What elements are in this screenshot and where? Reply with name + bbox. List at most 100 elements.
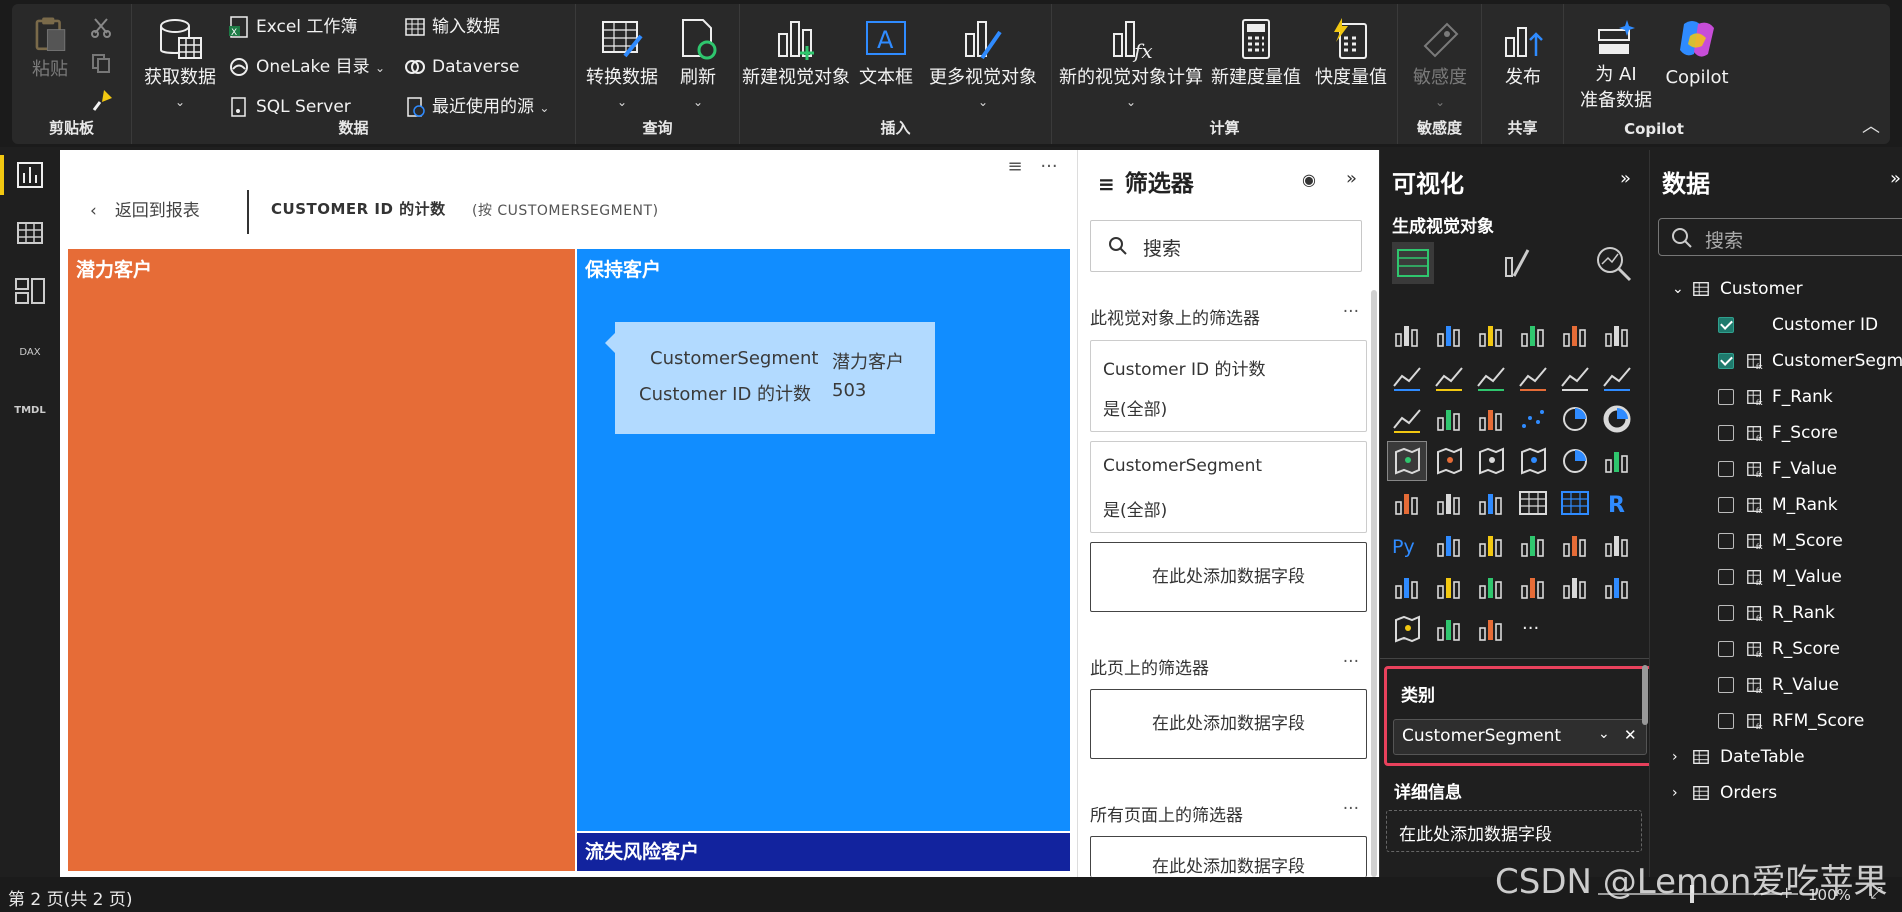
format-visual-tab-icon[interactable] (1494, 240, 1540, 286)
field-checkbox[interactable] (1718, 461, 1734, 477)
all-pages-filters-more[interactable]: ··· (1343, 799, 1359, 819)
qa-icon[interactable] (1514, 526, 1552, 564)
filters-search-input[interactable]: 搜索 (1090, 220, 1362, 272)
card-icon[interactable] (1598, 442, 1636, 480)
pie-chart-icon[interactable] (1556, 400, 1594, 438)
textbox-button[interactable]: A 文本框 (854, 16, 918, 90)
excel-workbook-button[interactable]: X Excel 工作簿 (228, 12, 357, 42)
field-checkbox[interactable] (1718, 497, 1734, 513)
prep-data-for-ai-button[interactable]: 为 AI 准备数据 (1576, 16, 1656, 114)
field-checkbox[interactable] (1718, 641, 1734, 657)
all-pages-filters-drop-zone[interactable]: 在此处添加数据字段 (1090, 836, 1367, 877)
get-data-button[interactable]: 获取数据 ⌄ (140, 16, 220, 114)
custom-visual-icon[interactable] (1472, 610, 1510, 648)
chevron-down-icon[interactable]: ⌄ (1672, 274, 1684, 304)
narrative-icon[interactable] (1556, 568, 1594, 606)
collapse-pane-icon[interactable]: » (1890, 168, 1901, 189)
copilot-button[interactable]: Copilot (1660, 16, 1734, 90)
smart-narrative-icon[interactable] (1556, 526, 1594, 564)
field-checkbox[interactable] (1718, 425, 1734, 441)
map-icon[interactable] (1430, 442, 1468, 480)
analytics-tab-icon[interactable] (1590, 240, 1636, 286)
multi-row-card-icon[interactable] (1388, 484, 1426, 522)
field-checkbox[interactable] (1718, 605, 1734, 621)
stacked-area-chart-icon[interactable] (1472, 358, 1510, 396)
filters-scrollbar[interactable] (1371, 290, 1377, 877)
collapse-ribbon-icon[interactable]: ︿ (1862, 112, 1880, 138)
filled-map-icon[interactable] (1472, 442, 1510, 480)
viz-scrollbar[interactable] (1642, 665, 1648, 725)
dataverse-button[interactable]: Dataverse (404, 52, 519, 82)
trophy-icon[interactable] (1388, 568, 1426, 606)
slicer-icon[interactable] (1472, 484, 1510, 522)
chevron-down-icon[interactable]: ⌄ (1598, 726, 1610, 742)
scatter-chart-icon[interactable] (1514, 400, 1552, 438)
page-filters-drop-zone[interactable]: 在此处添加数据字段 (1090, 689, 1367, 759)
details-drop-zone[interactable]: 在此处添加数据字段 (1386, 810, 1642, 852)
tmdl-view-icon[interactable]: TMDL (10, 387, 50, 427)
more-options-icon[interactable]: ··· (1038, 156, 1060, 178)
arcgis-map-icon[interactable] (1388, 610, 1426, 648)
line-chart-icon[interactable] (1388, 358, 1426, 396)
field-checkbox[interactable] (1718, 713, 1734, 729)
filter-card-customer-segment[interactable]: CustomerSegment 是(全部) (1090, 441, 1367, 533)
decomposition-tree-icon[interactable] (1472, 526, 1510, 564)
treemap-icon[interactable] (1387, 441, 1427, 481)
field-checkbox[interactable] (1718, 569, 1734, 585)
table-visual-icon[interactable] (1514, 484, 1552, 522)
eye-icon[interactable]: ◉ (1302, 170, 1316, 189)
collapse-pane-icon[interactable]: » (1346, 168, 1357, 189)
100-stacked-bar-chart-icon[interactable] (1556, 316, 1594, 354)
key-influencers-icon[interactable] (1430, 526, 1468, 564)
category-field-pill[interactable]: CustomerSegment ⌄ ✕ (1393, 719, 1647, 755)
matrix-icon[interactable] (1556, 484, 1594, 522)
visual-filters-drop-zone[interactable]: 在此处添加数据字段 (1090, 542, 1367, 612)
stacked-bar-chart-icon[interactable] (1388, 316, 1426, 354)
new-visual-button[interactable]: 新建视觉对象 (740, 16, 852, 90)
line-and-stacked-column-chart-icon[interactable] (1598, 358, 1636, 396)
dax-query-view-icon[interactable]: DAX (10, 329, 50, 369)
new-measure-button[interactable]: 新建度量值 (1206, 16, 1306, 90)
cut-icon[interactable] (90, 16, 112, 38)
field-checkbox[interactable] (1718, 389, 1734, 405)
ribbon-chart-icon[interactable] (1388, 400, 1426, 438)
donut-chart-icon[interactable] (1598, 400, 1636, 438)
python-visual-icon[interactable]: Py (1388, 526, 1426, 564)
line-and-column-chart-icon[interactable] (1556, 358, 1594, 396)
more-visuals-button[interactable]: 更多视觉对象 ⌄ (920, 16, 1046, 114)
report-view-icon[interactable] (10, 155, 50, 195)
collapse-pane-icon[interactable]: » (1620, 168, 1631, 189)
visual-calculation-button[interactable]: fx 新的视觉对象计算 ⌄ (1058, 16, 1204, 114)
kpi-icon[interactable] (1430, 484, 1468, 522)
back-to-report-link[interactable]: ‹ 返回到报表 (90, 196, 200, 221)
treemap-tile[interactable]: 潜力客户 (68, 249, 575, 871)
power-automate-icon[interactable] (1514, 568, 1552, 606)
refresh-button[interactable]: 刷新 ⌄ (668, 16, 728, 114)
image-visual-icon[interactable] (1598, 568, 1636, 606)
100-stacked-area-chart-icon[interactable] (1514, 358, 1552, 396)
field-checkbox[interactable] (1718, 317, 1734, 333)
r-visual-icon[interactable]: R (1598, 484, 1636, 522)
field-checkbox[interactable] (1718, 677, 1734, 693)
chevron-right-icon[interactable]: › (1672, 742, 1678, 772)
enter-data-button[interactable]: 输入数据 (404, 12, 500, 42)
page-filters-more[interactable]: ··· (1343, 652, 1359, 672)
report-page-icon[interactable] (1430, 568, 1468, 606)
100-stacked-column-chart-icon[interactable] (1598, 316, 1636, 354)
area-chart-icon[interactable] (1430, 358, 1468, 396)
more-visuals-icon[interactable]: ··· (1514, 610, 1552, 648)
paginated-report-icon[interactable] (1598, 526, 1636, 564)
funnel-chart-icon[interactable] (1472, 400, 1510, 438)
format-painter-icon[interactable] (90, 88, 114, 112)
visual-filters-more[interactable]: ··· (1343, 302, 1359, 322)
quick-measure-button[interactable]: 快度量值 (1308, 16, 1394, 90)
azure-map-icon[interactable] (1514, 442, 1552, 480)
onelake-catalog-button[interactable]: OneLake 目录 ⌄ (228, 52, 385, 82)
power-apps-icon[interactable] (1472, 568, 1510, 606)
chevron-right-icon[interactable]: › (1672, 778, 1678, 808)
filter-card-customer-id[interactable]: Customer ID 的计数 是(全部) (1090, 340, 1367, 432)
copy-icon[interactable] (90, 52, 112, 74)
data-search-input[interactable]: 搜索 (1658, 218, 1902, 256)
filter-icon[interactable]: ≡ (1004, 156, 1026, 178)
clustered-bar-chart-icon[interactable] (1472, 316, 1510, 354)
